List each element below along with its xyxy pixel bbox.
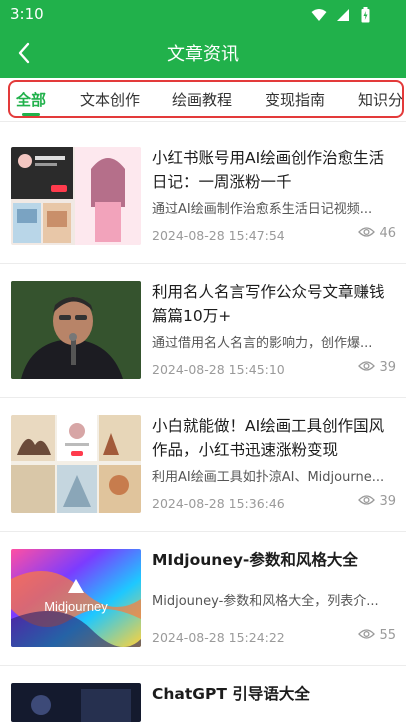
top-bar: 3:10 文章资讯: [0, 0, 406, 78]
article-title: 利用名人名言写作公众号文章赚钱篇篇10万+: [152, 283, 385, 325]
article-views: 39: [358, 494, 396, 509]
tab-label: 知识分享: [358, 91, 404, 109]
page-title: 文章资讯: [167, 44, 239, 65]
signal-icon: [336, 7, 356, 26]
article-views: 46: [358, 226, 396, 241]
thumbnail-caption: Midjourney: [44, 599, 108, 614]
view-count: 46: [379, 226, 396, 241]
status-bar: 3:10: [0, 0, 406, 28]
article-date: 2024-08-28 15:36:46: [152, 496, 285, 511]
article-summary: 利用AI绘画工具如扑涼AI、Midjourne...: [152, 470, 385, 485]
article-title: ChatGPT 引导语大全: [152, 685, 310, 703]
eye-icon: [358, 361, 376, 371]
article-title: 小红书账号用AI绘画创作治愈生活日记：一周涨粉一千: [152, 149, 385, 191]
article-views: 55: [358, 628, 396, 643]
article-thumbnail: [11, 683, 141, 722]
article-date: 2024-08-28 15:45:10: [152, 362, 285, 377]
wifi-icon: [311, 7, 331, 26]
view-count: 39: [379, 494, 396, 509]
article-title: 小白就能做！AI绘画工具创作国风作品，小红书迅速涨粉变现: [152, 417, 385, 459]
category-tabs-bar: 全部 文本创作 绘画教程 变现指南 知识分享: [0, 78, 406, 122]
tab-label: 文本创作: [80, 91, 141, 109]
app-bar: 文章资讯: [0, 28, 406, 78]
active-tab-indicator: [22, 113, 41, 116]
eye-icon: [358, 495, 376, 505]
article-date: 2024-08-28 15:24:22: [152, 630, 285, 645]
article-thumbnail: Midjourney: [11, 549, 141, 647]
status-icons: [311, 6, 370, 27]
article-date: 2024-08-28 15:47:54: [152, 228, 285, 243]
tab-label: 绘画教程: [172, 91, 233, 109]
article-summary: 通过借用名人名言的影响力，创作爆...: [152, 336, 373, 351]
view-count: 39: [379, 360, 396, 375]
tab-all[interactable]: 全部: [16, 89, 47, 116]
tab-monetization-guide[interactable]: 变现指南: [265, 89, 325, 110]
eye-icon: [358, 227, 376, 237]
article-views: 39: [358, 360, 396, 375]
article-item[interactable]: Midjourney MIdjouney-参数和风格大全 Midjouney-参…: [0, 532, 406, 666]
article-thumbnail: [11, 415, 141, 513]
category-tabs: 全部 文本创作 绘画教程 变现指南 知识分享: [8, 80, 404, 118]
status-time: 3:10: [10, 5, 44, 23]
article-item[interactable]: ChatGPT 引导语大全: [0, 666, 406, 722]
article-item[interactable]: 小红书账号用AI绘画创作治愈生活日记：一周涨粉一千 通过AI绘画制作治愈系生活日…: [0, 130, 406, 264]
article-thumbnail: [11, 281, 141, 379]
article-summary: 通过AI绘画制作治愈系生活日记视频...: [152, 202, 373, 217]
article-title: MIdjouney-参数和风格大全: [152, 551, 358, 569]
view-count: 55: [379, 628, 396, 643]
battery-icon: [361, 6, 370, 27]
article-item[interactable]: 利用名人名言写作公众号文章赚钱篇篇10万+ 通过借用名人名言的影响力，创作爆..…: [0, 264, 406, 398]
tab-painting-tutorial[interactable]: 绘画教程: [172, 89, 232, 110]
article-summary: Midjouney-参数和风格大全，列表介...: [152, 594, 379, 609]
article-thumbnail: [11, 147, 141, 245]
tab-label: 变现指南: [265, 91, 326, 109]
tab-knowledge-sharing[interactable]: 知识分享: [358, 89, 404, 110]
article-item[interactable]: 小白就能做！AI绘画工具创作国风作品，小红书迅速涨粉变现 利用AI绘画工具如扑涼…: [0, 398, 406, 532]
tab-text-creation[interactable]: 文本创作: [80, 89, 140, 110]
tab-label: 全部: [16, 91, 47, 109]
eye-icon: [358, 629, 376, 639]
